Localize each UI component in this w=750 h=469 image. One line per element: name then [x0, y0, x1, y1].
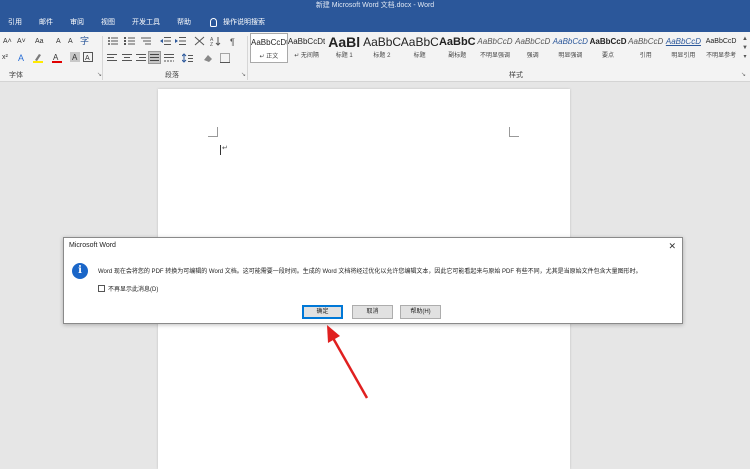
- arrow-shaft: [331, 337, 369, 399]
- annotation-arrow: [327, 325, 369, 399]
